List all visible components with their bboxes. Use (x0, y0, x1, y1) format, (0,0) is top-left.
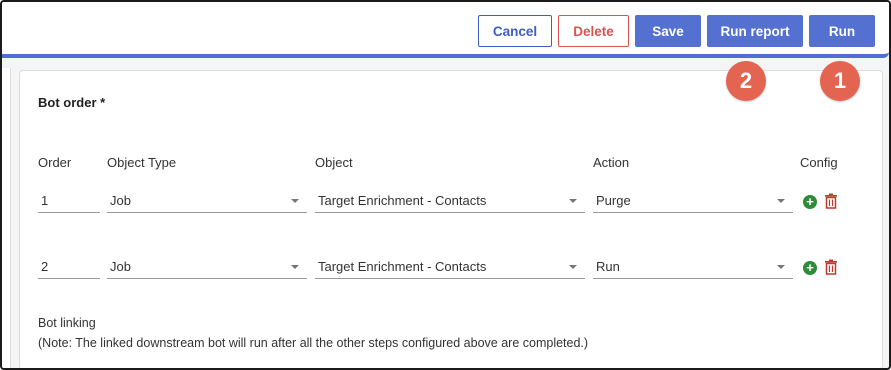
chevron-down-icon (569, 265, 577, 269)
chevron-down-icon (291, 265, 299, 269)
object-type-value: Job (110, 259, 131, 274)
bot-linking-note: (Note: The linked downstream bot will ru… (38, 336, 589, 350)
chevron-down-icon (777, 199, 785, 203)
bot-order-title: Bot order * (38, 95, 106, 110)
left-panel-edge (2, 68, 11, 368)
annotation-badge-2: 2 (726, 61, 766, 101)
chevron-down-icon (291, 199, 299, 203)
order-input[interactable]: 2 (38, 255, 100, 279)
app-frame: Cancel Delete Save Run report Run Bot or… (0, 0, 891, 370)
object-select[interactable]: Target Enrichment - Contacts (315, 255, 585, 279)
order-input[interactable]: 1 (38, 189, 100, 213)
trash-icon[interactable] (824, 259, 838, 275)
chevron-down-icon (777, 265, 785, 269)
save-button[interactable]: Save (635, 15, 701, 47)
action-select[interactable]: Run (593, 255, 793, 279)
object-type-select[interactable]: Job (107, 255, 307, 279)
trash-icon[interactable] (824, 193, 838, 209)
toolbar: Cancel Delete Save Run report Run (2, 2, 889, 58)
bot-linking-title: Bot linking (38, 316, 96, 330)
bot-config-panel: Bot order * Order Object Type Object Act… (19, 70, 883, 368)
action-value: Run (596, 259, 620, 274)
object-select[interactable]: Target Enrichment - Contacts (315, 189, 585, 213)
plus-circle-icon[interactable]: + (803, 261, 817, 275)
chevron-down-icon (569, 199, 577, 203)
object-value: Target Enrichment - Contacts (318, 259, 487, 274)
column-header-order: Order (38, 155, 72, 170)
column-header-object-type: Object Type (107, 155, 177, 170)
object-type-value: Job (110, 193, 131, 208)
annotation-badge-1: 1 (820, 61, 860, 101)
run-button[interactable]: Run (809, 15, 875, 47)
object-value: Target Enrichment - Contacts (318, 193, 487, 208)
column-header-object: Object (315, 155, 353, 170)
delete-button[interactable]: Delete (558, 15, 629, 47)
column-header-config: Config (800, 155, 838, 170)
plus-circle-icon[interactable]: + (803, 195, 817, 209)
action-select[interactable]: Purge (593, 189, 793, 213)
run-report-button[interactable]: Run report (707, 15, 803, 47)
cancel-button[interactable]: Cancel (478, 15, 552, 47)
column-header-action: Action (593, 155, 630, 170)
action-value: Purge (596, 193, 631, 208)
object-type-select[interactable]: Job (107, 189, 307, 213)
